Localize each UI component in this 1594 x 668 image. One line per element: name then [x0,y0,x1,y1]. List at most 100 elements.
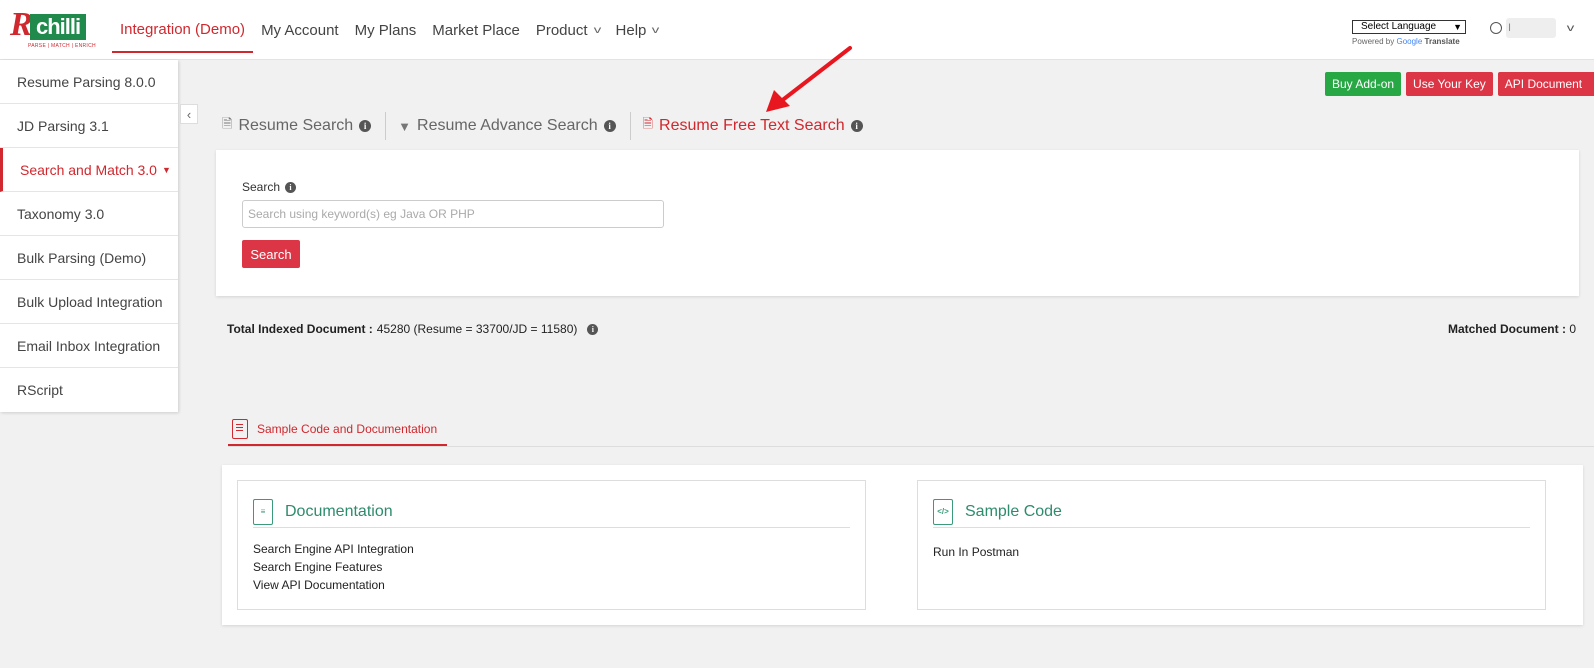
action-buttons: Buy Add-on Use Your Key API Document ▼ [1325,72,1594,96]
api-document-button[interactable]: API Document [1497,72,1594,96]
tab-underline-divider [228,446,1594,447]
sidebar-item-label: Bulk Upload Integration [17,293,163,310]
info-icon[interactable]: i [285,181,297,193]
sidebar-item-taxonomy[interactable]: Taxonomy 3.0 [0,192,178,236]
link-run-in-postman[interactable]: Run In Postman [933,543,1019,561]
panel-header: ≡ Documentation [253,496,850,528]
nav-help[interactable]: Help v [608,7,667,53]
language-dropdown[interactable]: Select Language ▼ [1352,20,1466,34]
documentation-card: ≡ Documentation Search Engine API Integr… [222,465,1583,625]
sidebar-item-bulk-upload[interactable]: Bulk Upload Integration [0,280,178,324]
chevron-down-icon: v [1566,22,1575,34]
language-selector: Select Language ▼ Powered by Google Trans… [1352,20,1466,46]
sidebar-item-jd-parsing[interactable]: JD Parsing 3.1 [0,104,178,148]
sidebar-item-rscript[interactable]: RScript [0,368,178,412]
search-card: Search i Search [216,150,1579,296]
total-value: 45280 (Resume = 33700/JD = 11580) [376,322,578,336]
sidebar: Resume Parsing 8.0.0 JD Parsing 3.1 Sear… [0,60,178,412]
tab-resume-advance-search[interactable]: ▼ Resume Advance Search i [398,117,627,135]
use-your-key-button[interactable]: Use Your Key [1406,72,1493,96]
nav-my-account[interactable]: My Account [253,7,347,53]
tab-label: Resume Free Text Search [659,117,845,134]
link-view-api-documentation[interactable]: View API Documentation [253,576,414,594]
sample-code-links: Run In Postman [933,543,1019,561]
sidebar-item-bulk-parsing[interactable]: Bulk Parsing (Demo) [0,236,178,280]
sidebar-item-label: Resume Parsing 8.0.0 [17,73,156,90]
sidebar-item-label: JD Parsing 3.1 [17,117,109,134]
search-button[interactable]: Search [242,240,300,268]
tab-resume-search[interactable]: 🗎 Resume Search i [222,115,383,137]
nav-my-plans[interactable]: My Plans [347,7,425,53]
documentation-panel: ≡ Documentation Search Engine API Integr… [237,480,866,610]
user-name: I [1506,18,1556,38]
sidebar-item-label: RScript [17,382,63,398]
link-search-engine-features[interactable]: Search Engine Features [253,558,414,576]
tab-label: Resume Advance Search [417,117,598,134]
api-document-split-button: API Document ▼ [1497,72,1594,96]
sample-code-panel: </> Sample Code Run In Postman [917,480,1546,610]
chevron-down-icon: v [593,24,601,36]
user-icon [1490,22,1502,34]
button-label: Search [250,246,292,262]
rchilli-logo[interactable]: R chilli PARSE | MATCH | ENRICH [10,6,96,50]
matched-value: 0 [1569,322,1576,336]
sidebar-item-label: Taxonomy 3.0 [17,205,105,222]
sidebar-item-label: Bulk Parsing (Demo) [17,249,147,266]
search-field-label: Search i [242,180,297,194]
annotation-arrow-icon [766,46,852,112]
code-document-icon [232,419,248,439]
user-menu[interactable]: I v [1490,18,1575,38]
total-indexed-document: Total Indexed Document :45280 (Resume = … [227,322,599,336]
documentation-links: Search Engine API Integration Search Eng… [253,540,414,594]
chevron-left-icon: ‹ [186,106,192,122]
nav-label: Help [615,21,647,39]
nav-label: My Plans [354,21,417,39]
nav-label: My Account [261,21,339,39]
panel-title: Sample Code [965,502,1062,520]
collapse-sidebar-button[interactable]: ‹ [180,104,198,124]
matched-document: Matched Document : 0 [1448,322,1576,336]
nav-label: Integration (Demo) [120,20,246,38]
panel-title: Documentation [285,502,393,520]
language-selected: Select Language [1361,21,1437,32]
tab-resume-free-text-search[interactable]: 🗎 Resume Free Text Search i [643,115,875,137]
translate-link[interactable]: Translate [1425,37,1460,46]
sidebar-item-label: Email Inbox Integration [17,337,161,354]
tab-label: Sample Code and Documentation [257,422,438,436]
tab-label: Resume Search [238,117,354,134]
nav-product[interactable]: Product v [528,7,608,53]
info-icon[interactable]: i [603,120,616,132]
dropdown-arrow-icon: ▼ [1453,22,1462,32]
tab-divider [385,112,387,140]
logo-text: chilli [30,14,86,40]
main-nav: Integration (Demo) My Account My Plans M… [112,0,666,60]
buy-addon-button[interactable]: Buy Add-on [1325,72,1402,96]
tab-divider [629,112,631,140]
caret-down-icon: ▼ [161,164,171,175]
document-icon: 🗎 [222,116,233,131]
sidebar-item-resume-parsing[interactable]: Resume Parsing 8.0.0 [0,60,178,104]
info-icon[interactable]: i [587,323,599,335]
info-icon[interactable]: i [850,120,863,132]
button-label: Buy Add-on [1332,77,1395,91]
info-icon[interactable]: i [359,120,372,132]
search-input[interactable] [242,200,664,228]
document-list-icon: ≡ [253,498,273,525]
logo-tagline: PARSE | MATCH | ENRICH [28,43,96,49]
matched-label: Matched Document : [1447,322,1566,336]
nav-integration-demo[interactable]: Integration (Demo) [112,7,254,53]
powered-by-google: Powered by Google Translate [1352,37,1466,46]
link-search-engine-api-integration[interactable]: Search Engine API Integration [253,540,414,558]
sidebar-item-search-and-match[interactable]: Search and Match 3.0 ▼ [0,148,178,192]
sidebar-item-email-inbox[interactable]: Email Inbox Integration [0,324,178,368]
tab-sample-code-documentation[interactable]: Sample Code and Documentation [228,414,448,446]
google-wordmark: Google [1396,37,1423,46]
chevron-down-icon: v [652,24,660,36]
filter-icon: ▼ [398,118,412,134]
powered-prefix: Powered by [1352,37,1395,46]
nav-market-place[interactable]: Market Place [424,7,528,53]
search-label-text: Search [242,180,281,194]
document-icon: 🗎 [642,116,654,131]
sidebar-item-label: Search and Match 3.0 [20,161,157,178]
code-file-icon: </> [933,498,953,525]
